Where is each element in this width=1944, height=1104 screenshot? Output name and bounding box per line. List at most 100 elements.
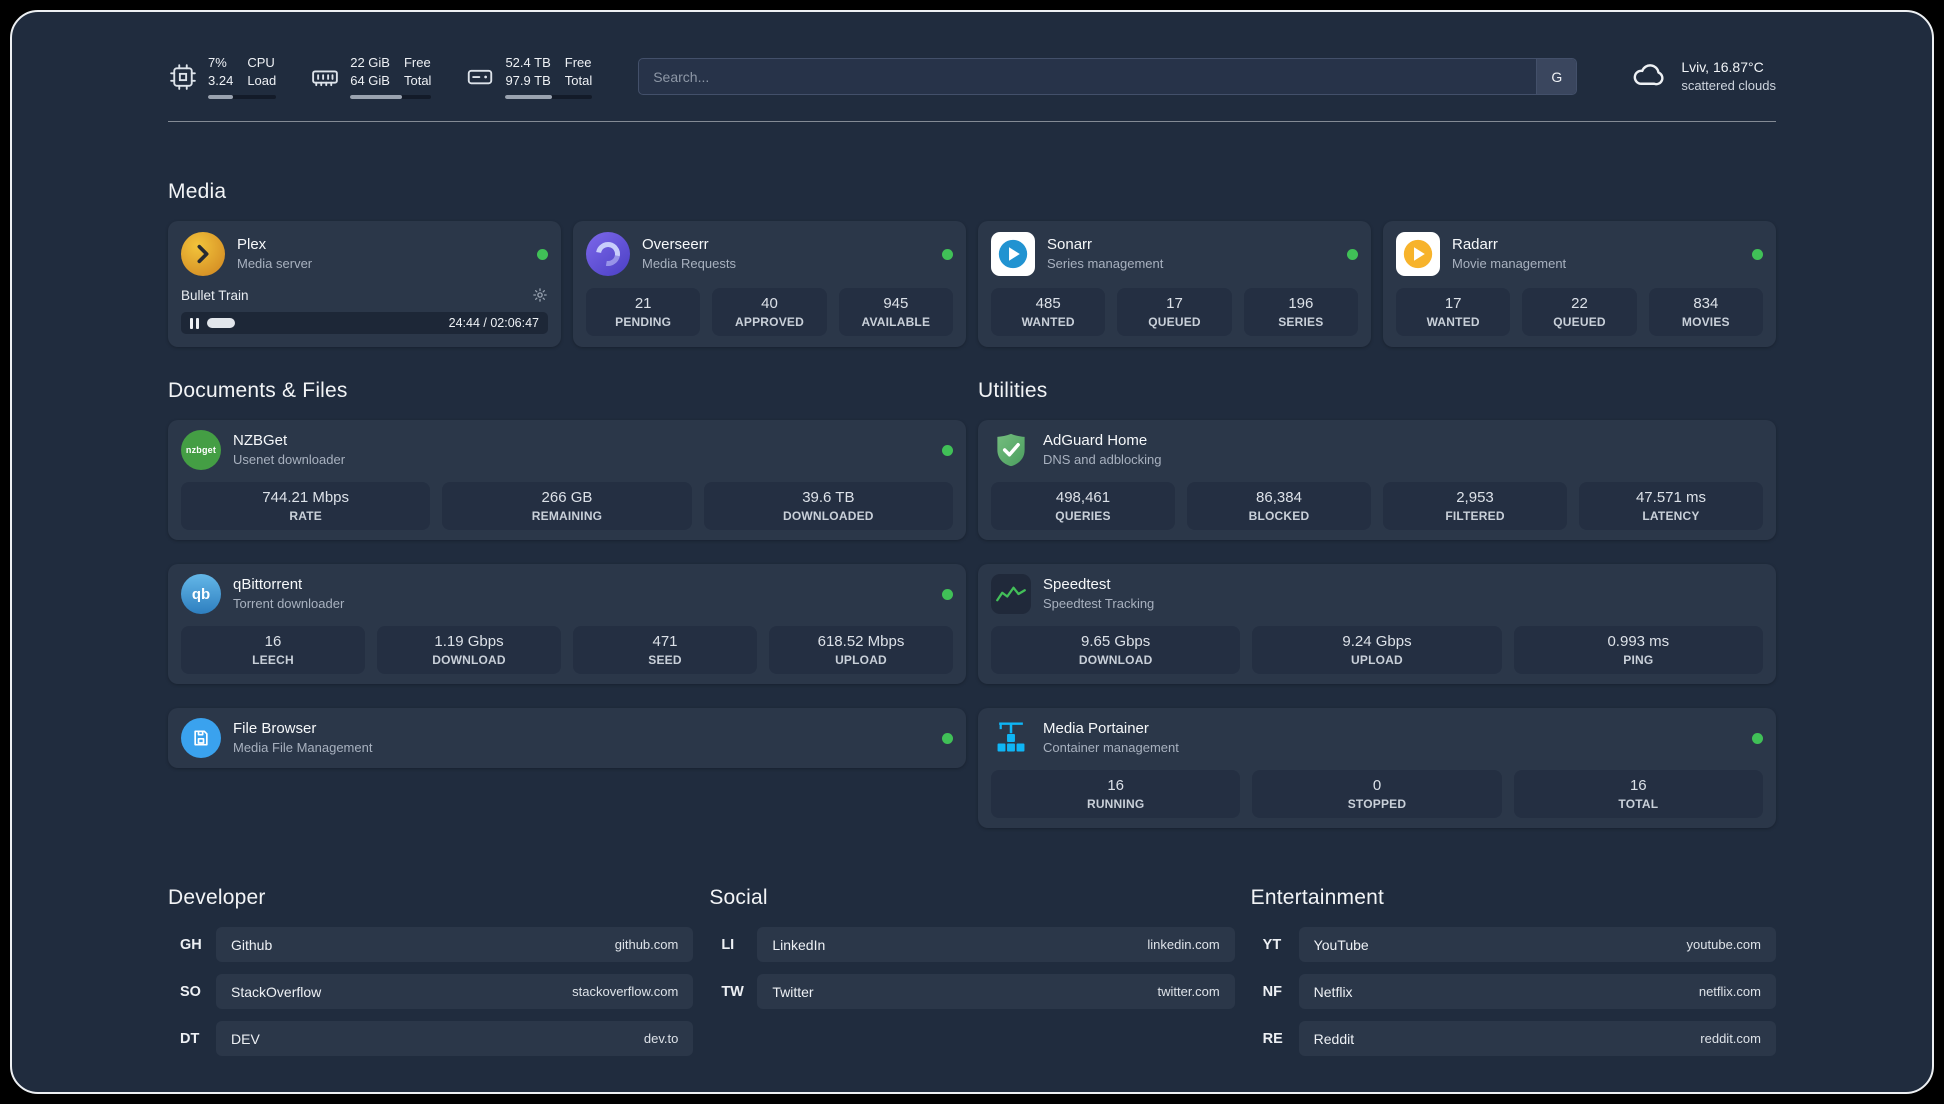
stat-value: 834 [1693, 295, 1719, 313]
pause-icon[interactable] [190, 317, 199, 329]
stat-label: PENDING [615, 315, 672, 330]
portainer-card[interactable]: Media Portainer Container management 16 … [978, 708, 1776, 829]
overseerr-status-dot [942, 248, 953, 260]
bookmark-link-netflix[interactable]: Netflix netflix.com [1298, 974, 1776, 1010]
nzbget-icon: nzbget [181, 430, 221, 471]
stat-box: 47.571 ms LATENCY [1579, 482, 1763, 531]
bookmark-url: stackoverflow.com [572, 984, 679, 1000]
bookmark-row: TW Twitter twitter.com [709, 974, 1235, 1010]
stat-value: 498,461 [1055, 489, 1111, 507]
stat-box: 1.19 Gbps DOWNLOAD [377, 626, 561, 675]
stat-box: 744.21 Mbps RATE [181, 482, 431, 531]
stat-label: APPROVED [735, 315, 804, 330]
section-entertainment: Entertainment YT YouTube youtube.com NF … [1251, 886, 1776, 1057]
bookmark-row: LI LinkedIn linkedin.com [709, 927, 1235, 963]
stat-box: 498,461 QUERIES [991, 482, 1175, 531]
bookmark-url: dev.to [643, 1031, 679, 1047]
player-seek-bar[interactable]: 24:44 / 02:06:47 [181, 312, 548, 335]
radarr-icon [1396, 232, 1440, 277]
bookmark-name: Netflix [1313, 983, 1353, 1000]
social-section-title: Social [709, 886, 768, 910]
sonarr-card[interactable]: Sonarr Series management 485 WANTED 17 Q… [978, 221, 1371, 348]
search-engine-button[interactable]: G [1536, 59, 1577, 95]
bookmark-row: DT DEV dev.to [168, 1021, 694, 1057]
disk-icon [465, 62, 495, 92]
speedtest-chart-icon [991, 574, 1031, 615]
bookmark-url: linkedin.com [1147, 937, 1220, 953]
bookmark-link-linkedin[interactable]: LinkedIn linkedin.com [757, 927, 1235, 963]
bookmark-link-dev[interactable]: DEV dev.to [216, 1021, 694, 1057]
stat-label: STOPPED [1347, 797, 1407, 812]
filebrowser-card[interactable]: File Browser Media File Management [168, 708, 966, 769]
now-playing-title: Bullet Train [181, 287, 249, 303]
bookmark-name: Twitter [772, 983, 814, 1000]
bookmark-row: RE Reddit reddit.com [1251, 1021, 1776, 1057]
bookmark-abbr: NF [1262, 983, 1282, 1000]
overseerr-icon [586, 232, 630, 277]
search-input[interactable] [639, 59, 1537, 95]
weather-location: Lviv, 16.87°C [1681, 58, 1764, 75]
stat-box: 618.52 Mbps UPLOAD [769, 626, 953, 675]
nzbget-icon-text: nzbget [185, 445, 217, 456]
plex-card[interactable]: Plex Media server Bullet Train 24:44 / 0… [168, 221, 561, 348]
bookmark-url: youtube.com [1686, 937, 1761, 953]
weather-condition: scattered clouds [1681, 78, 1776, 94]
bookmark-url: reddit.com [1700, 1031, 1761, 1047]
stat-box: 2,953 FILTERED [1383, 482, 1567, 531]
stat-label: PING [1623, 653, 1654, 668]
stat-value: 266 GB [541, 489, 593, 507]
gear-icon[interactable] [532, 287, 548, 303]
ram-icon [310, 62, 340, 92]
stat-value: 16 [1107, 777, 1124, 795]
dashboard-panel: 7% 3.24 CPU Load 22 GiB 64 GiB Free Tota… [10, 10, 1934, 1094]
qbittorrent-card[interactable]: qb qBittorrent Torrent downloader 16 LEE… [168, 564, 966, 685]
disk-widget: 52.4 TB 97.9 TB Free Total [465, 54, 593, 100]
qbittorrent-description: Torrent downloader [233, 596, 345, 612]
stat-value: 1.19 Gbps [434, 633, 504, 651]
stat-box: 86,384 BLOCKED [1187, 482, 1371, 531]
media-section-title: Media [168, 180, 227, 204]
ram-progress-bar [350, 95, 432, 100]
bookmark-link-reddit[interactable]: Reddit reddit.com [1298, 1021, 1776, 1057]
adguard-card[interactable]: AdGuard Home DNS and adblocking 498,461 … [978, 420, 1776, 541]
overseerr-card[interactable]: Overseerr Media Requests 21 PENDING 40 A… [573, 221, 966, 348]
ram-caption-bottom: Total [403, 72, 432, 88]
bookmark-row: GH Github github.com [168, 927, 694, 963]
ram-caption-top: Free [403, 55, 431, 70]
search-bar: G [638, 58, 1578, 96]
disk-progress-bar [505, 95, 593, 100]
stat-value: 47.571 ms [1635, 489, 1707, 507]
stat-box: 16 TOTAL [1513, 770, 1763, 819]
disk-caption-top: Free [564, 55, 592, 70]
sonarr-description: Series management [1047, 256, 1164, 272]
stat-box: 40 APPROVED [712, 288, 827, 337]
stat-label: DOWNLOAD [432, 653, 506, 668]
adguard-description: DNS and adblocking [1043, 452, 1162, 468]
cpu-percent: 7% [208, 55, 227, 70]
stat-box: 471 SEED [573, 626, 757, 675]
bookmark-name: DEV [231, 1030, 260, 1047]
stat-box: 21 PENDING [586, 288, 701, 337]
cpu-caption-top: CPU [247, 55, 275, 70]
stat-box: 16 LEECH [181, 626, 365, 675]
radarr-status-dot [1752, 248, 1763, 260]
bookmark-link-twitter[interactable]: Twitter twitter.com [757, 974, 1235, 1010]
portainer-name: Media Portainer [1043, 719, 1149, 737]
cpu-caption-bottom: Load [247, 72, 277, 88]
stat-box: 834 MOVIES [1648, 288, 1763, 337]
bookmark-link-github[interactable]: Github github.com [216, 927, 694, 963]
bookmark-link-stackoverflow[interactable]: StackOverflow stackoverflow.com [216, 974, 694, 1010]
stat-box: 17 QUEUED [1117, 288, 1232, 337]
stat-label: SEED [648, 653, 682, 668]
nzbget-name: NZBGet [233, 431, 288, 449]
nzbget-card[interactable]: nzbget NZBGet Usenet downloader 744.21 M… [168, 420, 966, 541]
stat-label: WANTED [1426, 315, 1480, 330]
bookmark-link-youtube[interactable]: YouTube youtube.com [1298, 927, 1776, 963]
stat-value: 618.52 Mbps [817, 633, 905, 651]
stat-label: DOWNLOADED [782, 509, 874, 524]
player-progress-fill [207, 318, 236, 329]
bookmark-abbr: SO [180, 983, 201, 1000]
stat-label: RATE [289, 509, 322, 524]
speedtest-card[interactable]: Speedtest Speedtest Tracking 9.65 Gbps D… [978, 564, 1776, 685]
radarr-card[interactable]: Radarr Movie management 17 WANTED 22 QUE… [1383, 221, 1776, 348]
